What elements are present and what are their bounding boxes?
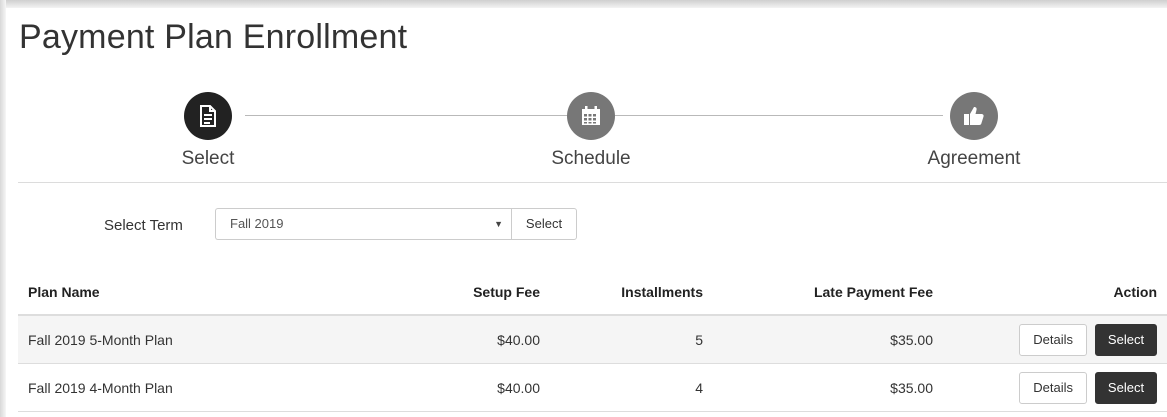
- step-select[interactable]: Select: [108, 92, 308, 170]
- term-dropdown[interactable]: Fall 2019 ▼: [215, 208, 511, 240]
- select-plan-button[interactable]: Select: [1095, 323, 1157, 356]
- installments-cell: 5: [550, 315, 713, 364]
- thumbs-up-icon: [964, 107, 984, 125]
- enrollment-stepper: Select Schedule Agreement: [0, 92, 1167, 178]
- caret-down-icon: ▼: [494, 219, 503, 229]
- select-plan-button[interactable]: Select: [1095, 371, 1157, 404]
- page-title: Payment Plan Enrollment: [19, 18, 408, 56]
- late-fee-cell: $35.00: [713, 363, 943, 412]
- window-frame-left: [0, 0, 6, 417]
- select-term-label: Select Term: [104, 217, 183, 234]
- step-schedule[interactable]: Schedule: [491, 92, 691, 170]
- table-header-row: Plan Name Setup Fee Installments Late Pa…: [18, 270, 1167, 316]
- step-schedule-circle: [567, 92, 615, 140]
- plan-name-cell: Fall 2019 4-Month Plan: [18, 363, 368, 412]
- window-frame-top: [0, 0, 1167, 8]
- details-button[interactable]: Details: [1019, 371, 1088, 404]
- action-cell: Details Select: [943, 363, 1167, 412]
- header-plan-name: Plan Name: [18, 270, 368, 316]
- payment-plans-table: Plan Name Setup Fee Installments Late Pa…: [18, 270, 1167, 412]
- step-label: Agreement: [927, 148, 1021, 169]
- header-setup-fee: Setup Fee: [368, 270, 550, 316]
- term-dropdown-value: Fall 2019: [230, 216, 284, 231]
- calendar-icon: [582, 106, 600, 125]
- setup-fee-cell: $40.00: [368, 363, 550, 412]
- step-label: Schedule: [551, 148, 631, 169]
- term-select-button[interactable]: Select: [511, 208, 577, 240]
- details-button[interactable]: Details: [1019, 323, 1088, 356]
- section-divider: [18, 182, 1167, 183]
- setup-fee-cell: $40.00: [368, 315, 550, 364]
- table-row: Fall 2019 4-Month Plan $40.00 4 $35.00 D…: [18, 363, 1167, 412]
- step-agreement-circle: [950, 92, 998, 140]
- action-cell: Details Select: [943, 315, 1167, 364]
- header-installments: Installments: [550, 270, 713, 316]
- step-agreement[interactable]: Agreement: [874, 92, 1074, 170]
- step-select-circle: [184, 92, 232, 140]
- table-row: Fall 2019 5-Month Plan $40.00 5 $35.00 D…: [18, 315, 1167, 364]
- late-fee-cell: $35.00: [713, 315, 943, 364]
- installments-cell: 4: [550, 363, 713, 412]
- header-late-fee: Late Payment Fee: [713, 270, 943, 316]
- step-label: Select: [181, 148, 235, 169]
- header-action: Action: [943, 270, 1167, 316]
- plan-name-cell: Fall 2019 5-Month Plan: [18, 315, 368, 364]
- document-icon: [200, 105, 216, 127]
